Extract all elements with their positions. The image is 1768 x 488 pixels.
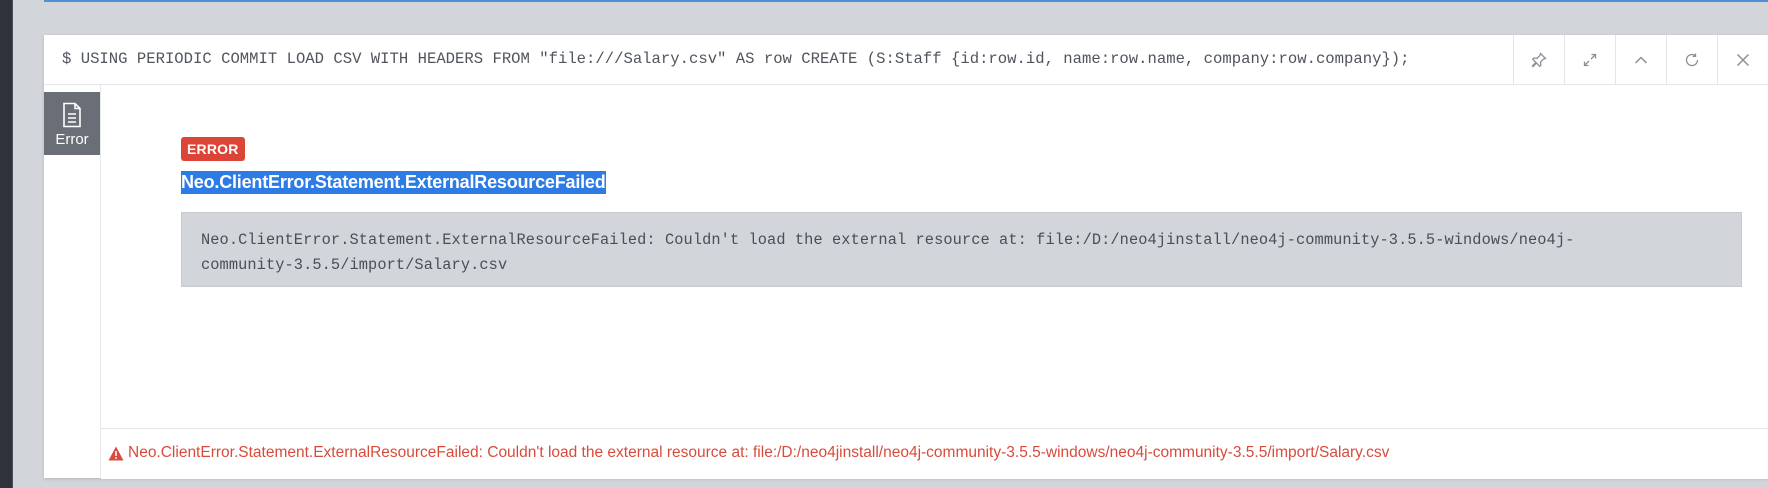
collapse-icon: [1634, 55, 1648, 64]
error-tab-label: Error: [55, 131, 89, 148]
error-view-tab[interactable]: Error: [44, 92, 100, 155]
rerun-icon: [1685, 53, 1699, 66]
frame-actions: [1513, 35, 1768, 84]
result-frame: $ USING PERIODIC COMMIT LOAD CSV WITH HE…: [44, 35, 1768, 479]
footer-error-text: Neo.ClientError.Statement.ExternalResour…: [128, 444, 1390, 461]
error-content: ERROR Neo.ClientError.Statement.External…: [101, 85, 1768, 411]
close-button[interactable]: [1717, 35, 1768, 84]
footer-error-message: Neo.ClientError.Statement.ExternalResour…: [108, 444, 1389, 462]
expand-icon: [1583, 53, 1597, 66]
sidebar-divider: [12, 0, 13, 488]
pin-button[interactable]: [1513, 35, 1564, 84]
command-text[interactable]: $ USING PERIODIC COMMIT LOAD CSV WITH HE…: [62, 50, 1410, 68]
fullscreen-button[interactable]: [1564, 35, 1615, 84]
rerun-button[interactable]: [1666, 35, 1717, 84]
pin-icon: [1531, 51, 1547, 68]
collapse-button[interactable]: [1615, 35, 1666, 84]
error-code-title: Neo.ClientError.Statement.ExternalResour…: [181, 171, 606, 194]
error-message-line: Neo.ClientError.Statement.ExternalResour…: [201, 231, 1575, 249]
warning-icon: [108, 446, 124, 460]
error-message-line: community-3.5.5/import/Salary.csv: [201, 256, 508, 274]
error-badge: ERROR: [181, 137, 245, 161]
app-sidebar-edge: [0, 0, 12, 488]
frame-header: $ USING PERIODIC COMMIT LOAD CSV WITH HE…: [44, 35, 1768, 85]
command-query: USING PERIODIC COMMIT LOAD CSV WITH HEAD…: [80, 50, 1410, 68]
frame-footer: Neo.ClientError.Statement.ExternalResour…: [101, 428, 1768, 479]
stream-top-border: [44, 0, 1768, 2]
document-icon: [63, 102, 81, 128]
command-prompt: $: [62, 50, 72, 68]
frame-sidebar: Error: [44, 85, 101, 478]
close-icon: [1736, 53, 1750, 66]
error-message-box: Neo.ClientError.Statement.ExternalResour…: [181, 212, 1742, 287]
